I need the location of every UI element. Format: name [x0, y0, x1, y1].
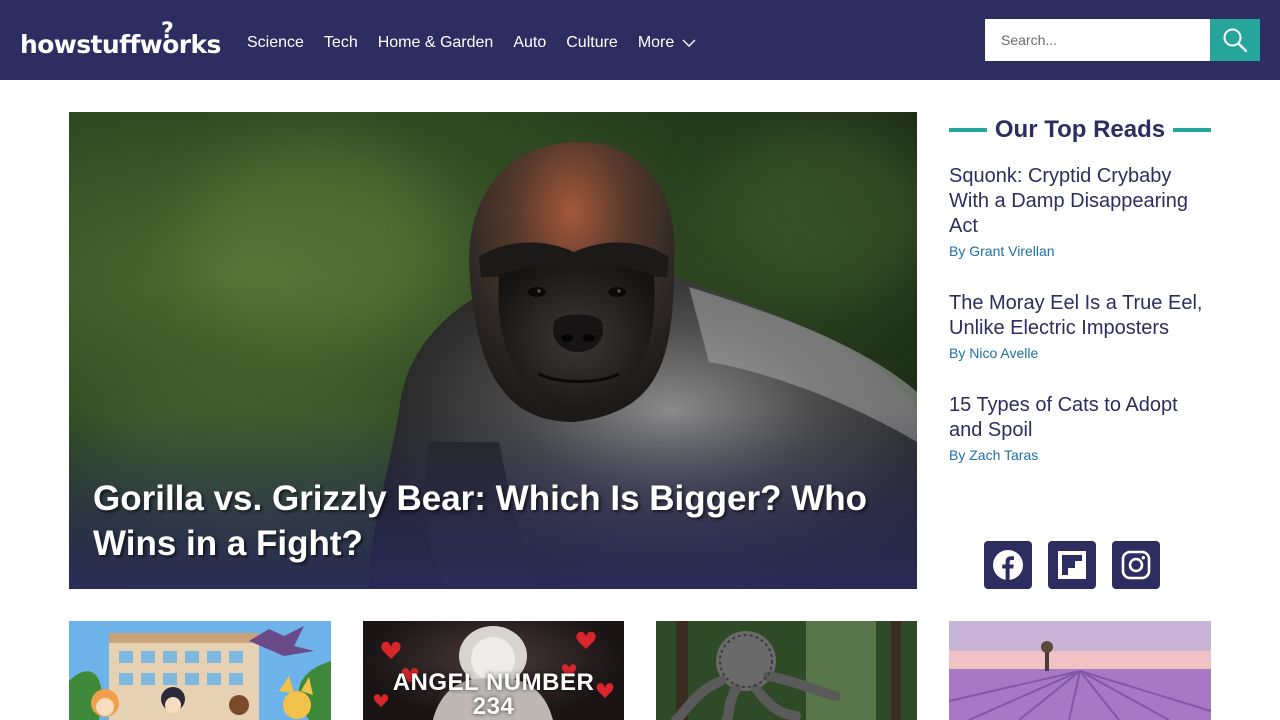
byline-prefix: By — [949, 243, 966, 259]
top-read-item: 15 Types of Cats to Adopt and Spoil By Z… — [949, 393, 1211, 463]
flipboard-icon — [1058, 551, 1086, 579]
top-navigation-bar: ? howstuffworks Science Tech Home & Gard… — [0, 0, 1280, 80]
instagram-icon — [1121, 550, 1151, 580]
top-reads-title: Our Top Reads — [994, 116, 1166, 143]
nav-more-dropdown[interactable]: More — [638, 34, 696, 52]
search-button[interactable] — [1210, 19, 1260, 61]
octopus-forest-image — [656, 621, 917, 720]
flipboard-button[interactable] — [1048, 541, 1096, 589]
heading-divider-right — [1173, 128, 1211, 132]
lavender-field-image — [949, 621, 1211, 720]
article-card-octopus[interactable] — [656, 621, 917, 720]
nav-culture[interactable]: Culture — [566, 34, 618, 52]
nav-home-garden[interactable]: Home & Garden — [378, 34, 494, 52]
byline-prefix: By — [949, 345, 966, 361]
card-overlay-text: 234 — [472, 693, 515, 720]
main-nav: Science Tech Home & Garden Auto Culture … — [247, 34, 696, 52]
top-read-title[interactable]: The Moray Eel Is a True Eel, Unlike Elec… — [949, 291, 1211, 341]
heading-divider-left — [949, 128, 987, 132]
top-read-author[interactable]: Grant Virellan — [969, 243, 1054, 259]
top-read-item: The Moray Eel Is a True Eel, Unlike Elec… — [949, 291, 1211, 361]
top-read-byline: By Zach Taras — [949, 447, 1211, 463]
byline-prefix: By — [949, 447, 966, 463]
hero-article[interactable]: Gorilla vs. Grizzly Bear: Which Is Bigge… — [69, 112, 917, 589]
nav-auto[interactable]: Auto — [513, 34, 546, 52]
search-icon — [1223, 28, 1248, 53]
anime-school-image — [69, 621, 331, 720]
top-read-author[interactable]: Nico Avelle — [969, 345, 1038, 361]
search-input[interactable] — [985, 19, 1210, 61]
nav-science[interactable]: Science — [247, 34, 304, 52]
facebook-button[interactable] — [984, 541, 1032, 589]
top-read-author[interactable]: Zach Taras — [969, 447, 1038, 463]
top-read-title[interactable]: Squonk: Cryptid Crybaby With a Damp Disa… — [949, 164, 1211, 239]
instagram-button[interactable] — [1112, 541, 1160, 589]
top-read-byline: By Grant Virellan — [949, 243, 1211, 259]
facebook-icon — [993, 550, 1023, 580]
logo-wordmark: howstuffworks — [20, 30, 221, 59]
hero-title[interactable]: Gorilla vs. Grizzly Bear: Which Is Bigge… — [93, 476, 903, 566]
nav-tech[interactable]: Tech — [324, 34, 358, 52]
article-card-anime-school[interactable] — [69, 621, 331, 720]
top-read-byline: By Nico Avelle — [949, 345, 1211, 361]
top-read-title[interactable]: 15 Types of Cats to Adopt and Spoil — [949, 393, 1211, 443]
nav-more-label: More — [637, 34, 675, 51]
chevron-down-icon — [682, 39, 696, 47]
article-card-lavender-field[interactable] — [949, 621, 1211, 720]
top-read-item: Squonk: Cryptid Crybaby With a Damp Disa… — [949, 164, 1211, 259]
article-card-angel-number[interactable]: ANGEL NUMBER 234 — [363, 621, 624, 720]
top-reads-heading: Our Top Reads — [949, 116, 1211, 144]
